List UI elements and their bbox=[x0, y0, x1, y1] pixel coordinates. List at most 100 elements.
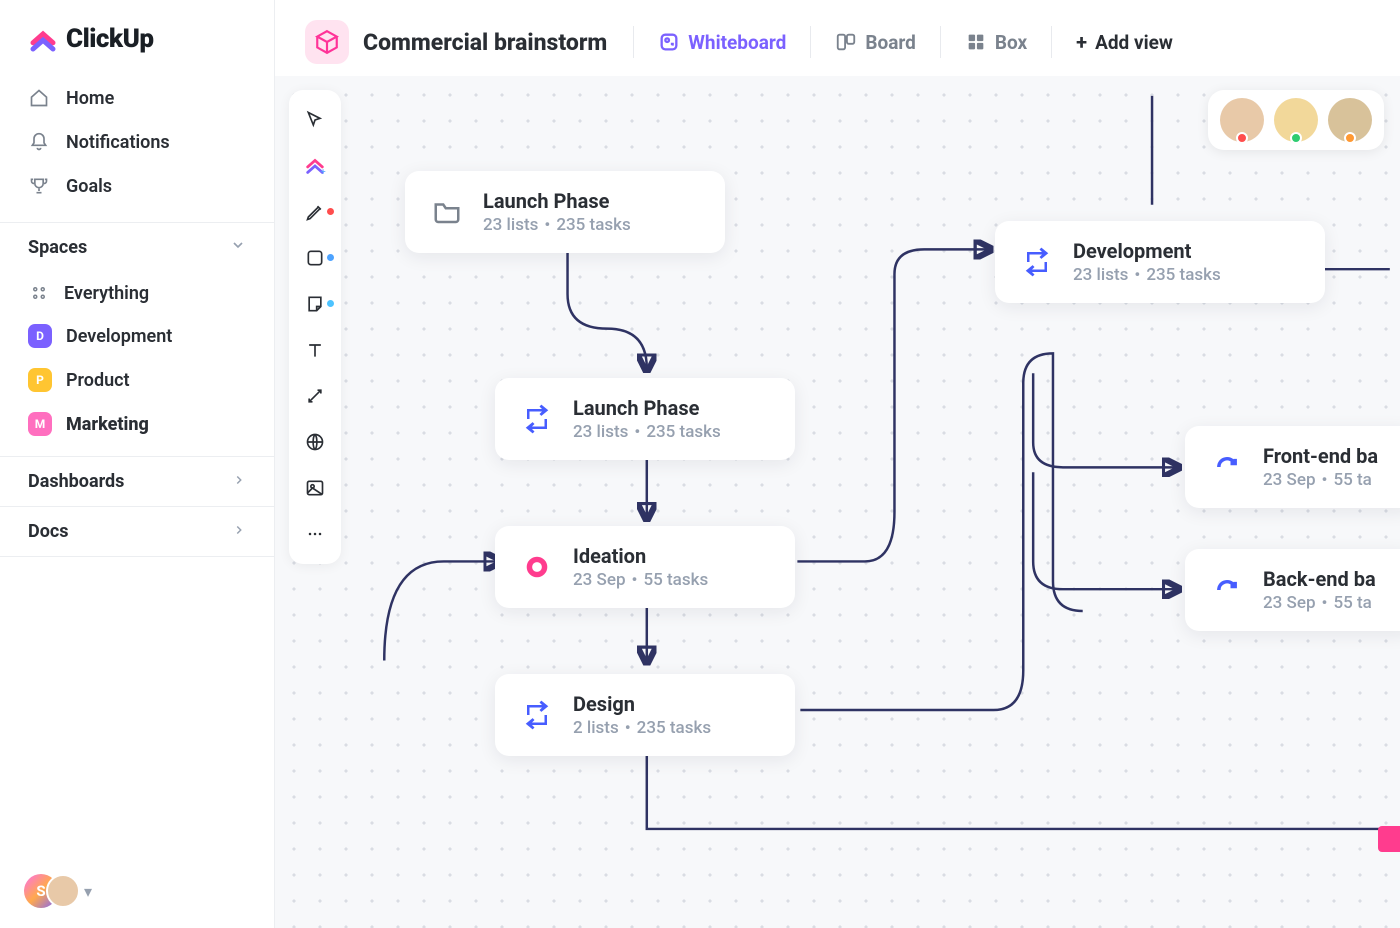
card-subtitle: 23 Sep•55 ta bbox=[1263, 470, 1378, 490]
brand-name: ClickUp bbox=[66, 24, 154, 54]
tool-image[interactable] bbox=[293, 468, 337, 508]
card-subtitle: 23 Sep•55 ta bbox=[1263, 593, 1376, 613]
collaborator-avatars[interactable]: .collab-av:nth-child(1)::after{backgroun… bbox=[1208, 90, 1384, 150]
page-title: Commercial brainstorm bbox=[363, 29, 607, 56]
tool-more[interactable] bbox=[293, 514, 337, 554]
board-icon bbox=[835, 31, 857, 53]
card-subtitle: 23 lists•235 tasks bbox=[483, 215, 631, 235]
view-label: Whiteboard bbox=[688, 31, 786, 54]
chevron-right-icon bbox=[232, 521, 246, 542]
topbar: Commercial brainstorm Whiteboard Board B… bbox=[275, 0, 1400, 76]
cycle-icon bbox=[519, 697, 555, 733]
space-label: Everything bbox=[64, 283, 149, 304]
card-title: Development bbox=[1073, 239, 1221, 263]
card-subtitle: 23 lists•235 tasks bbox=[1073, 265, 1221, 285]
space-label: Marketing bbox=[66, 414, 149, 435]
spaces-header-label: Spaces bbox=[28, 237, 87, 258]
tool-connector[interactable] bbox=[293, 376, 337, 416]
home-icon bbox=[28, 87, 50, 109]
collaborator-avatar[interactable]: .collab-av:nth-child(1)::after{backgroun… bbox=[1220, 98, 1264, 142]
cycle-icon bbox=[519, 401, 555, 437]
tool-pen[interactable] bbox=[293, 192, 337, 232]
nav-label: Notifications bbox=[66, 132, 170, 153]
card-title: Launch Phase bbox=[483, 189, 631, 213]
chevron-right-icon bbox=[232, 471, 246, 492]
space-development[interactable]: D Development bbox=[0, 314, 274, 358]
clickup-logo-icon bbox=[28, 24, 58, 54]
brand-logo[interactable]: ClickUp bbox=[0, 0, 274, 72]
user-menu[interactable]: S ▾ bbox=[0, 854, 274, 928]
section-label: Docs bbox=[28, 521, 68, 542]
view-board[interactable]: Board bbox=[825, 25, 926, 60]
caret-down-icon: ▾ bbox=[84, 882, 92, 901]
chevron-down-icon bbox=[230, 237, 246, 258]
tool-color-dot bbox=[327, 300, 334, 307]
card-title: Design bbox=[573, 692, 711, 716]
grid-dots-icon bbox=[28, 282, 50, 304]
tool-sticky[interactable] bbox=[293, 284, 337, 324]
card-title: Ideation bbox=[573, 544, 708, 568]
whiteboard-icon bbox=[658, 31, 680, 53]
redo-icon bbox=[1209, 572, 1245, 608]
space-label: Development bbox=[66, 326, 172, 347]
space-badge: D bbox=[28, 324, 52, 348]
bell-icon bbox=[28, 131, 50, 153]
card-design[interactable]: Design 2 lists•235 tasks bbox=[495, 674, 795, 756]
tool-color-dot bbox=[327, 208, 334, 215]
card-title: Front-end ba bbox=[1263, 444, 1378, 468]
tool-shape[interactable] bbox=[293, 238, 337, 278]
space-label: Product bbox=[66, 370, 130, 391]
page-icon-cube[interactable] bbox=[305, 20, 349, 64]
folder-icon bbox=[429, 194, 465, 230]
plus-icon: + bbox=[1076, 30, 1087, 54]
space-product[interactable]: P Product bbox=[0, 358, 274, 402]
card-subtitle: 23 lists•235 tasks bbox=[573, 422, 721, 442]
whiteboard-canvas[interactable]: + .collab-av:nth-child(1)::after{backgro… bbox=[275, 76, 1400, 928]
card-development[interactable]: Development 23 lists•235 tasks bbox=[995, 221, 1325, 303]
add-view-button[interactable]: + Add view bbox=[1066, 24, 1183, 60]
canvas-toolbar: + bbox=[289, 90, 341, 564]
card-launch-phase-1[interactable]: Launch Phase 23 lists•235 tasks bbox=[405, 171, 725, 253]
space-badge: P bbox=[28, 368, 52, 392]
redo-icon bbox=[1209, 449, 1245, 485]
space-badge: M bbox=[28, 412, 52, 436]
trophy-icon bbox=[28, 175, 50, 197]
sidebar: ClickUp Home Notifications Goals Spaces … bbox=[0, 0, 275, 928]
nav-label: Home bbox=[66, 88, 114, 109]
card-title: Launch Phase bbox=[573, 396, 721, 420]
tool-clickup[interactable]: + bbox=[293, 146, 337, 186]
add-view-label: Add view bbox=[1095, 31, 1173, 54]
tool-pointer[interactable] bbox=[293, 100, 337, 140]
card-subtitle: 2 lists•235 tasks bbox=[573, 718, 711, 738]
view-whiteboard[interactable]: Whiteboard bbox=[648, 25, 796, 60]
spaces-header[interactable]: Spaces bbox=[0, 222, 274, 272]
tool-text[interactable] bbox=[293, 330, 337, 370]
card-front-end[interactable]: Front-end ba 23 Sep•55 ta bbox=[1185, 426, 1400, 508]
card-title: Back-end ba bbox=[1263, 567, 1376, 591]
card-launch-phase-2[interactable]: Launch Phase 23 lists•235 tasks bbox=[495, 378, 795, 460]
collaborator-avatar[interactable]: .collab-av:nth-child(2)::after{backgroun… bbox=[1274, 98, 1318, 142]
card-subtitle: 23 Sep•55 tasks bbox=[573, 570, 708, 590]
box-icon bbox=[965, 31, 987, 53]
space-marketing[interactable]: M Marketing bbox=[0, 402, 274, 446]
nav-goals[interactable]: Goals bbox=[16, 164, 258, 208]
tool-web[interactable] bbox=[293, 422, 337, 462]
collaborator-avatar[interactable]: .collab-av:nth-child(3)::after{backgroun… bbox=[1328, 98, 1372, 142]
nav-notifications[interactable]: Notifications bbox=[16, 120, 258, 164]
section-dashboards[interactable]: Dashboards bbox=[0, 456, 274, 506]
nav-label: Goals bbox=[66, 176, 112, 197]
view-box[interactable]: Box bbox=[955, 25, 1037, 60]
tool-color-dot bbox=[327, 254, 334, 261]
user-avatar-photo bbox=[46, 874, 80, 908]
cycle-icon bbox=[1019, 244, 1055, 280]
svg-text:+: + bbox=[321, 168, 326, 177]
card-back-end[interactable]: Back-end ba 23 Sep•55 ta bbox=[1185, 549, 1400, 631]
card-ideation[interactable]: Ideation 23 Sep•55 tasks bbox=[495, 526, 795, 608]
view-label: Box bbox=[995, 31, 1027, 54]
section-docs[interactable]: Docs bbox=[0, 506, 274, 556]
section-label: Dashboards bbox=[28, 471, 124, 492]
space-everything[interactable]: Everything bbox=[0, 272, 274, 314]
cursor-tag bbox=[1378, 826, 1400, 852]
circle-icon bbox=[519, 549, 555, 585]
nav-home[interactable]: Home bbox=[16, 76, 258, 120]
